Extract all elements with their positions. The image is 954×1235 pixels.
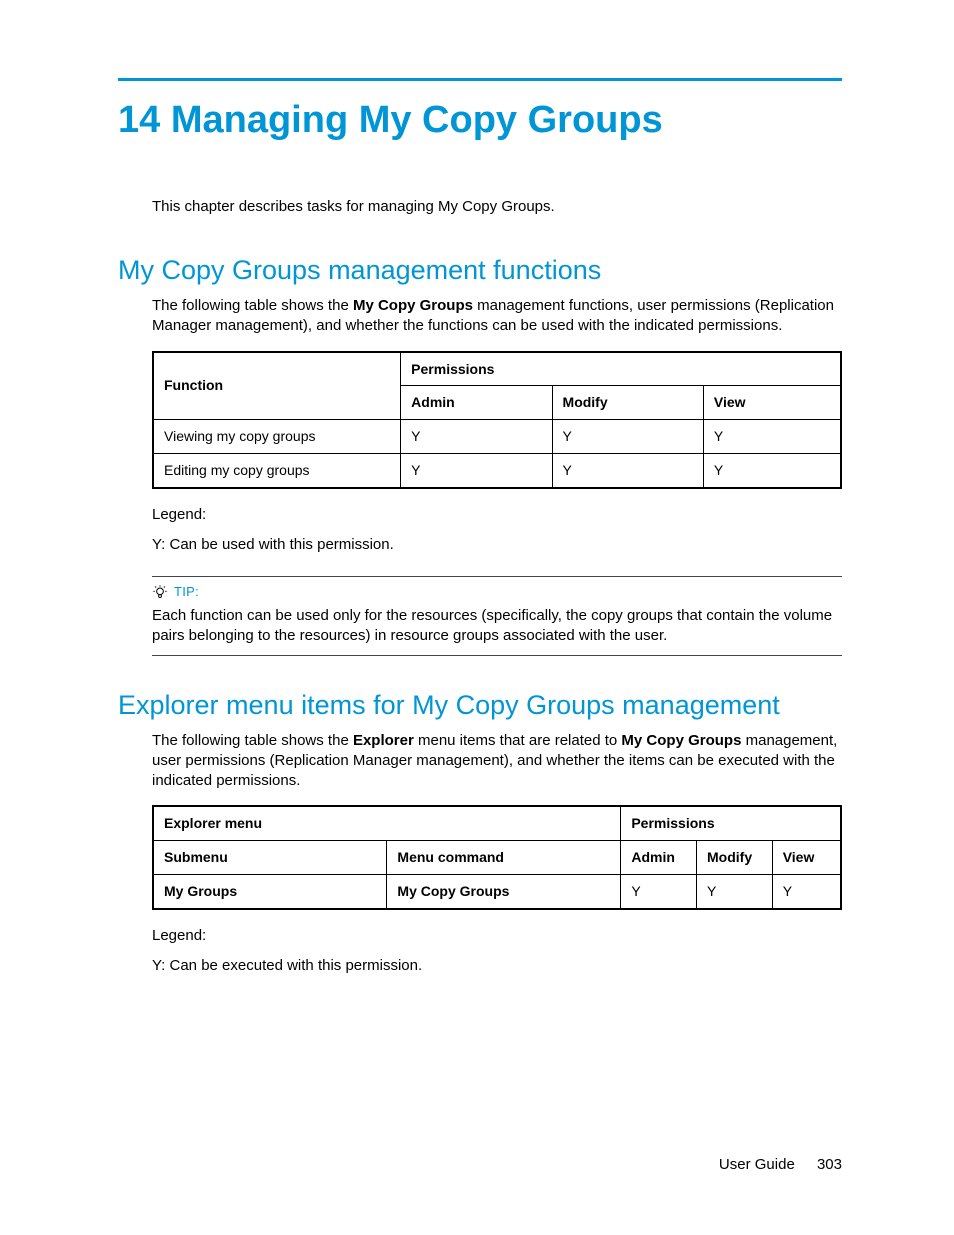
- table-subheader-row: Submenu Menu command Admin Modify View: [153, 841, 841, 875]
- page: 14 Managing My Copy Groups This chapter …: [0, 0, 954, 1235]
- section1-paragraph: The following table shows the My Copy Gr…: [152, 296, 842, 337]
- cell-admin: Y: [401, 420, 552, 454]
- tip-icon: [152, 583, 168, 600]
- text: The following table shows the: [152, 732, 353, 749]
- tip-body: Each function can be used only for the r…: [152, 606, 842, 647]
- chapter-top-rule: [118, 78, 842, 81]
- chapter-intro: This chapter describes tasks for managin…: [152, 198, 842, 215]
- cell-admin: Y: [401, 454, 552, 488]
- chapter-title: 14 Managing My Copy Groups: [118, 99, 842, 142]
- cell-modify: Y: [552, 454, 703, 488]
- cell-function: Viewing my copy groups: [153, 420, 401, 454]
- tip-bottom-rule: [152, 655, 842, 656]
- section1-body: The following table shows the My Copy Gr…: [152, 296, 842, 656]
- section2-legend-label: Legend:: [152, 926, 842, 946]
- col-admin: Admin: [401, 386, 552, 420]
- cell-view: Y: [703, 420, 841, 454]
- cell-modify: Y: [552, 420, 703, 454]
- section2-title: Explorer menu items for My Copy Groups m…: [118, 690, 842, 721]
- section2-body: The following table shows the Explorer m…: [152, 731, 842, 977]
- cell-menu-command: My Copy Groups: [387, 875, 621, 909]
- col-modify: Modify: [697, 841, 773, 875]
- text-bold: Explorer: [353, 732, 414, 749]
- cell-function: Editing my copy groups: [153, 454, 401, 488]
- text: The following table shows the: [152, 297, 353, 314]
- table-header-row: Function Permissions: [153, 352, 841, 386]
- col-menu-command: Menu command: [387, 841, 621, 875]
- table-row: Viewing my copy groups Y Y Y: [153, 420, 841, 454]
- cell-submenu: My Groups: [153, 875, 387, 909]
- section2-paragraph: The following table shows the Explorer m…: [152, 731, 842, 792]
- tip-block: TIP: Each function can be used only for …: [152, 576, 842, 656]
- tip-label: TIP:: [174, 583, 199, 601]
- text-bold: My Copy Groups: [621, 732, 741, 749]
- table-header-row: Explorer menu Permissions: [153, 806, 841, 840]
- section2-legend-line: Y: Can be executed with this permission.: [152, 956, 842, 976]
- col-modify: Modify: [552, 386, 703, 420]
- col-permissions: Permissions: [401, 352, 841, 386]
- section2-table: Explorer menu Permissions Submenu Menu c…: [152, 805, 842, 910]
- col-explorer-menu: Explorer menu: [153, 806, 621, 840]
- text: menu items that are related to: [414, 732, 622, 749]
- footer-page-number: 303: [817, 1156, 842, 1173]
- cell-view: Y: [703, 454, 841, 488]
- col-submenu: Submenu: [153, 841, 387, 875]
- page-footer: User Guide 303: [719, 1156, 842, 1173]
- section1-table: Function Permissions Admin Modify View V…: [152, 351, 842, 490]
- table-row: My Groups My Copy Groups Y Y Y: [153, 875, 841, 909]
- tip-header: TIP:: [152, 583, 842, 601]
- col-view: View: [703, 386, 841, 420]
- section1-legend-line: Y: Can be used with this permission.: [152, 535, 842, 555]
- col-permissions: Permissions: [621, 806, 841, 840]
- section1-legend-label: Legend:: [152, 505, 842, 525]
- col-function: Function: [153, 352, 401, 420]
- cell-modify: Y: [697, 875, 773, 909]
- text-bold: My Copy Groups: [353, 297, 473, 314]
- col-view: View: [772, 841, 841, 875]
- section1-title: My Copy Groups management functions: [118, 255, 842, 286]
- cell-view: Y: [772, 875, 841, 909]
- col-admin: Admin: [621, 841, 697, 875]
- tip-top-rule: [152, 576, 842, 577]
- table-row: Editing my copy groups Y Y Y: [153, 454, 841, 488]
- footer-doc-name: User Guide: [719, 1156, 795, 1173]
- cell-admin: Y: [621, 875, 697, 909]
